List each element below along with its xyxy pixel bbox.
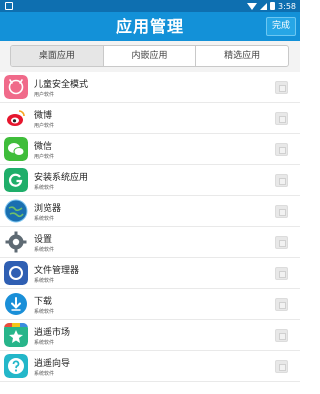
app-type: 系统软件 <box>34 216 55 222</box>
install-system-app-icon <box>4 168 28 192</box>
select-checkbox[interactable] <box>275 329 288 342</box>
app-type: 系统软件 <box>34 185 55 191</box>
app-name: 设置 <box>34 235 53 245</box>
tab-featured-apps[interactable]: 精选应用 <box>196 46 288 66</box>
guide-help-icon <box>4 354 28 378</box>
select-checkbox[interactable] <box>275 174 288 187</box>
app-list: 儿童安全模式 用户软件 微博 用户软件 微信 用户软件 安装系统应用 系统软件 … <box>0 72 300 382</box>
list-item[interactable]: 微博 用户软件 <box>0 103 300 134</box>
app-name: 文件管理器 <box>34 266 80 276</box>
weibo-icon <box>4 106 28 130</box>
select-checkbox[interactable] <box>275 360 288 373</box>
select-checkbox[interactable] <box>275 298 288 311</box>
select-checkbox[interactable] <box>275 267 288 280</box>
list-item[interactable]: 逍遥向导 系统软件 <box>0 351 300 382</box>
signal-icon <box>260 2 268 10</box>
select-checkbox[interactable] <box>275 236 288 249</box>
status-bar: 3:58 <box>0 0 300 12</box>
list-item[interactable]: 安装系统应用 系统软件 <box>0 165 300 196</box>
children-mode-icon <box>4 75 28 99</box>
tab-embedded-apps[interactable]: 内嵌应用 <box>104 46 197 66</box>
notification-icon <box>5 2 13 10</box>
app-name: 儿童安全模式 <box>34 80 89 90</box>
wifi-icon <box>247 2 258 10</box>
list-item[interactable]: 下载 系统软件 <box>0 289 300 320</box>
app-type: 用户软件 <box>34 123 55 129</box>
list-item[interactable]: 设置 系统软件 <box>0 227 300 258</box>
segmented-tabs: 桌面应用 内嵌应用 精选应用 <box>10 45 289 67</box>
browser-globe-icon <box>4 199 28 223</box>
tab-desktop-apps[interactable]: 桌面应用 <box>11 46 104 66</box>
app-type: 系统软件 <box>34 371 55 377</box>
settings-gear-icon <box>4 230 28 254</box>
select-checkbox[interactable] <box>275 205 288 218</box>
app-type: 系统软件 <box>34 309 55 315</box>
app-type: 系统软件 <box>34 278 55 284</box>
wechat-icon <box>4 137 28 161</box>
app-name: 逍遥向导 <box>34 359 71 369</box>
app-type: 系统软件 <box>34 247 55 253</box>
status-indicators: 3:58 <box>247 0 296 12</box>
tab-bar: 桌面应用 内嵌应用 精选应用 <box>0 41 300 72</box>
app-type: 用户软件 <box>34 154 55 160</box>
app-name: 浏览器 <box>34 204 62 214</box>
page-title: 应用管理 <box>115 17 184 36</box>
status-time: 3:58 <box>278 1 296 11</box>
list-item[interactable]: 浏览器 系统软件 <box>0 196 300 227</box>
download-icon <box>4 292 28 316</box>
list-item[interactable]: 儿童安全模式 用户软件 <box>0 72 300 103</box>
app-name: 逍遥市场 <box>34 328 71 338</box>
select-checkbox[interactable] <box>275 143 288 156</box>
list-item[interactable]: 文件管理器 系统软件 <box>0 258 300 289</box>
app-name: 微信 <box>34 142 53 152</box>
app-name: 微博 <box>34 111 53 121</box>
app-type: 用户软件 <box>34 92 55 98</box>
battery-icon <box>270 2 276 10</box>
title-bar: 应用管理 完成 <box>0 12 300 41</box>
file-manager-icon <box>4 261 28 285</box>
list-item[interactable]: 微信 用户软件 <box>0 134 300 165</box>
app-market-icon <box>4 323 28 347</box>
done-button[interactable]: 完成 <box>266 17 296 36</box>
app-name: 安装系统应用 <box>34 173 89 183</box>
select-checkbox[interactable] <box>275 81 288 94</box>
select-checkbox[interactable] <box>275 112 288 125</box>
list-item[interactable]: 逍遥市场 系统软件 <box>0 320 300 351</box>
app-type: 系统软件 <box>34 340 55 346</box>
app-name: 下载 <box>34 297 53 307</box>
